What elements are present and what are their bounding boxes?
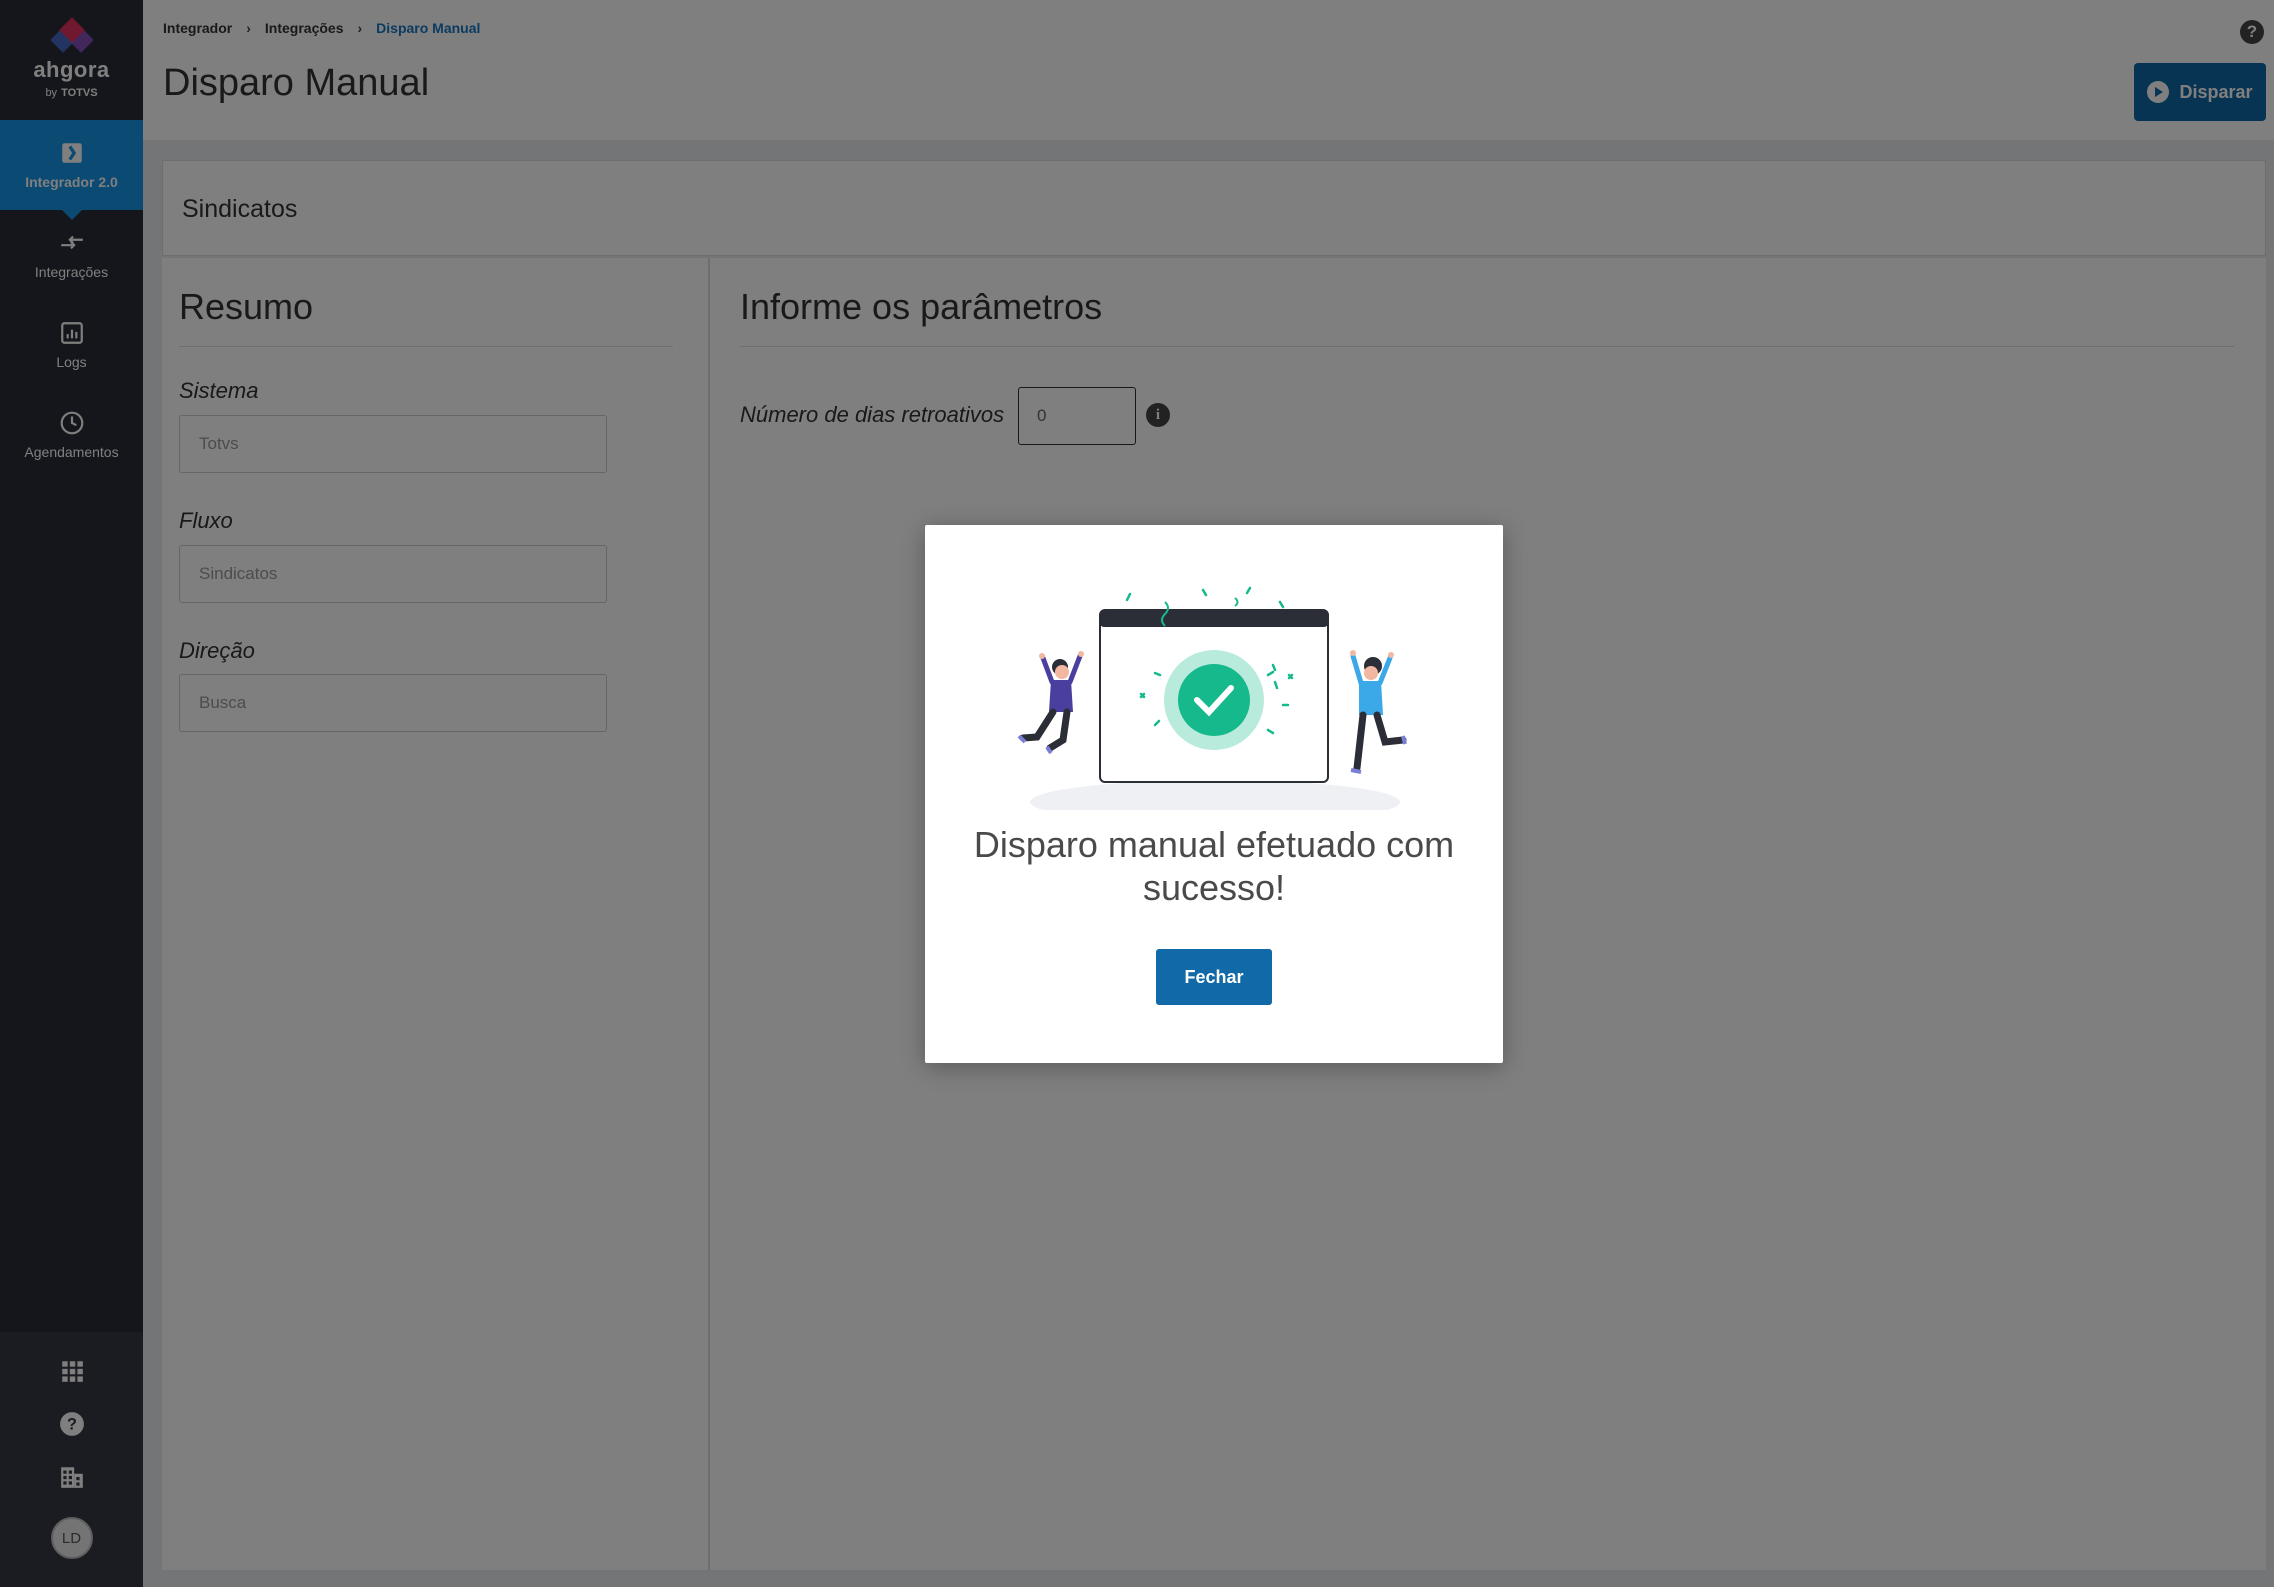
- celebration-illustration: [1017, 586, 1407, 810]
- fechar-button[interactable]: Fechar: [1156, 949, 1272, 1005]
- success-message: Disparo manual efetuado com sucesso!: [973, 824, 1455, 908]
- success-modal: Disparo manual efetuado com sucesso! Fec…: [925, 525, 1503, 1063]
